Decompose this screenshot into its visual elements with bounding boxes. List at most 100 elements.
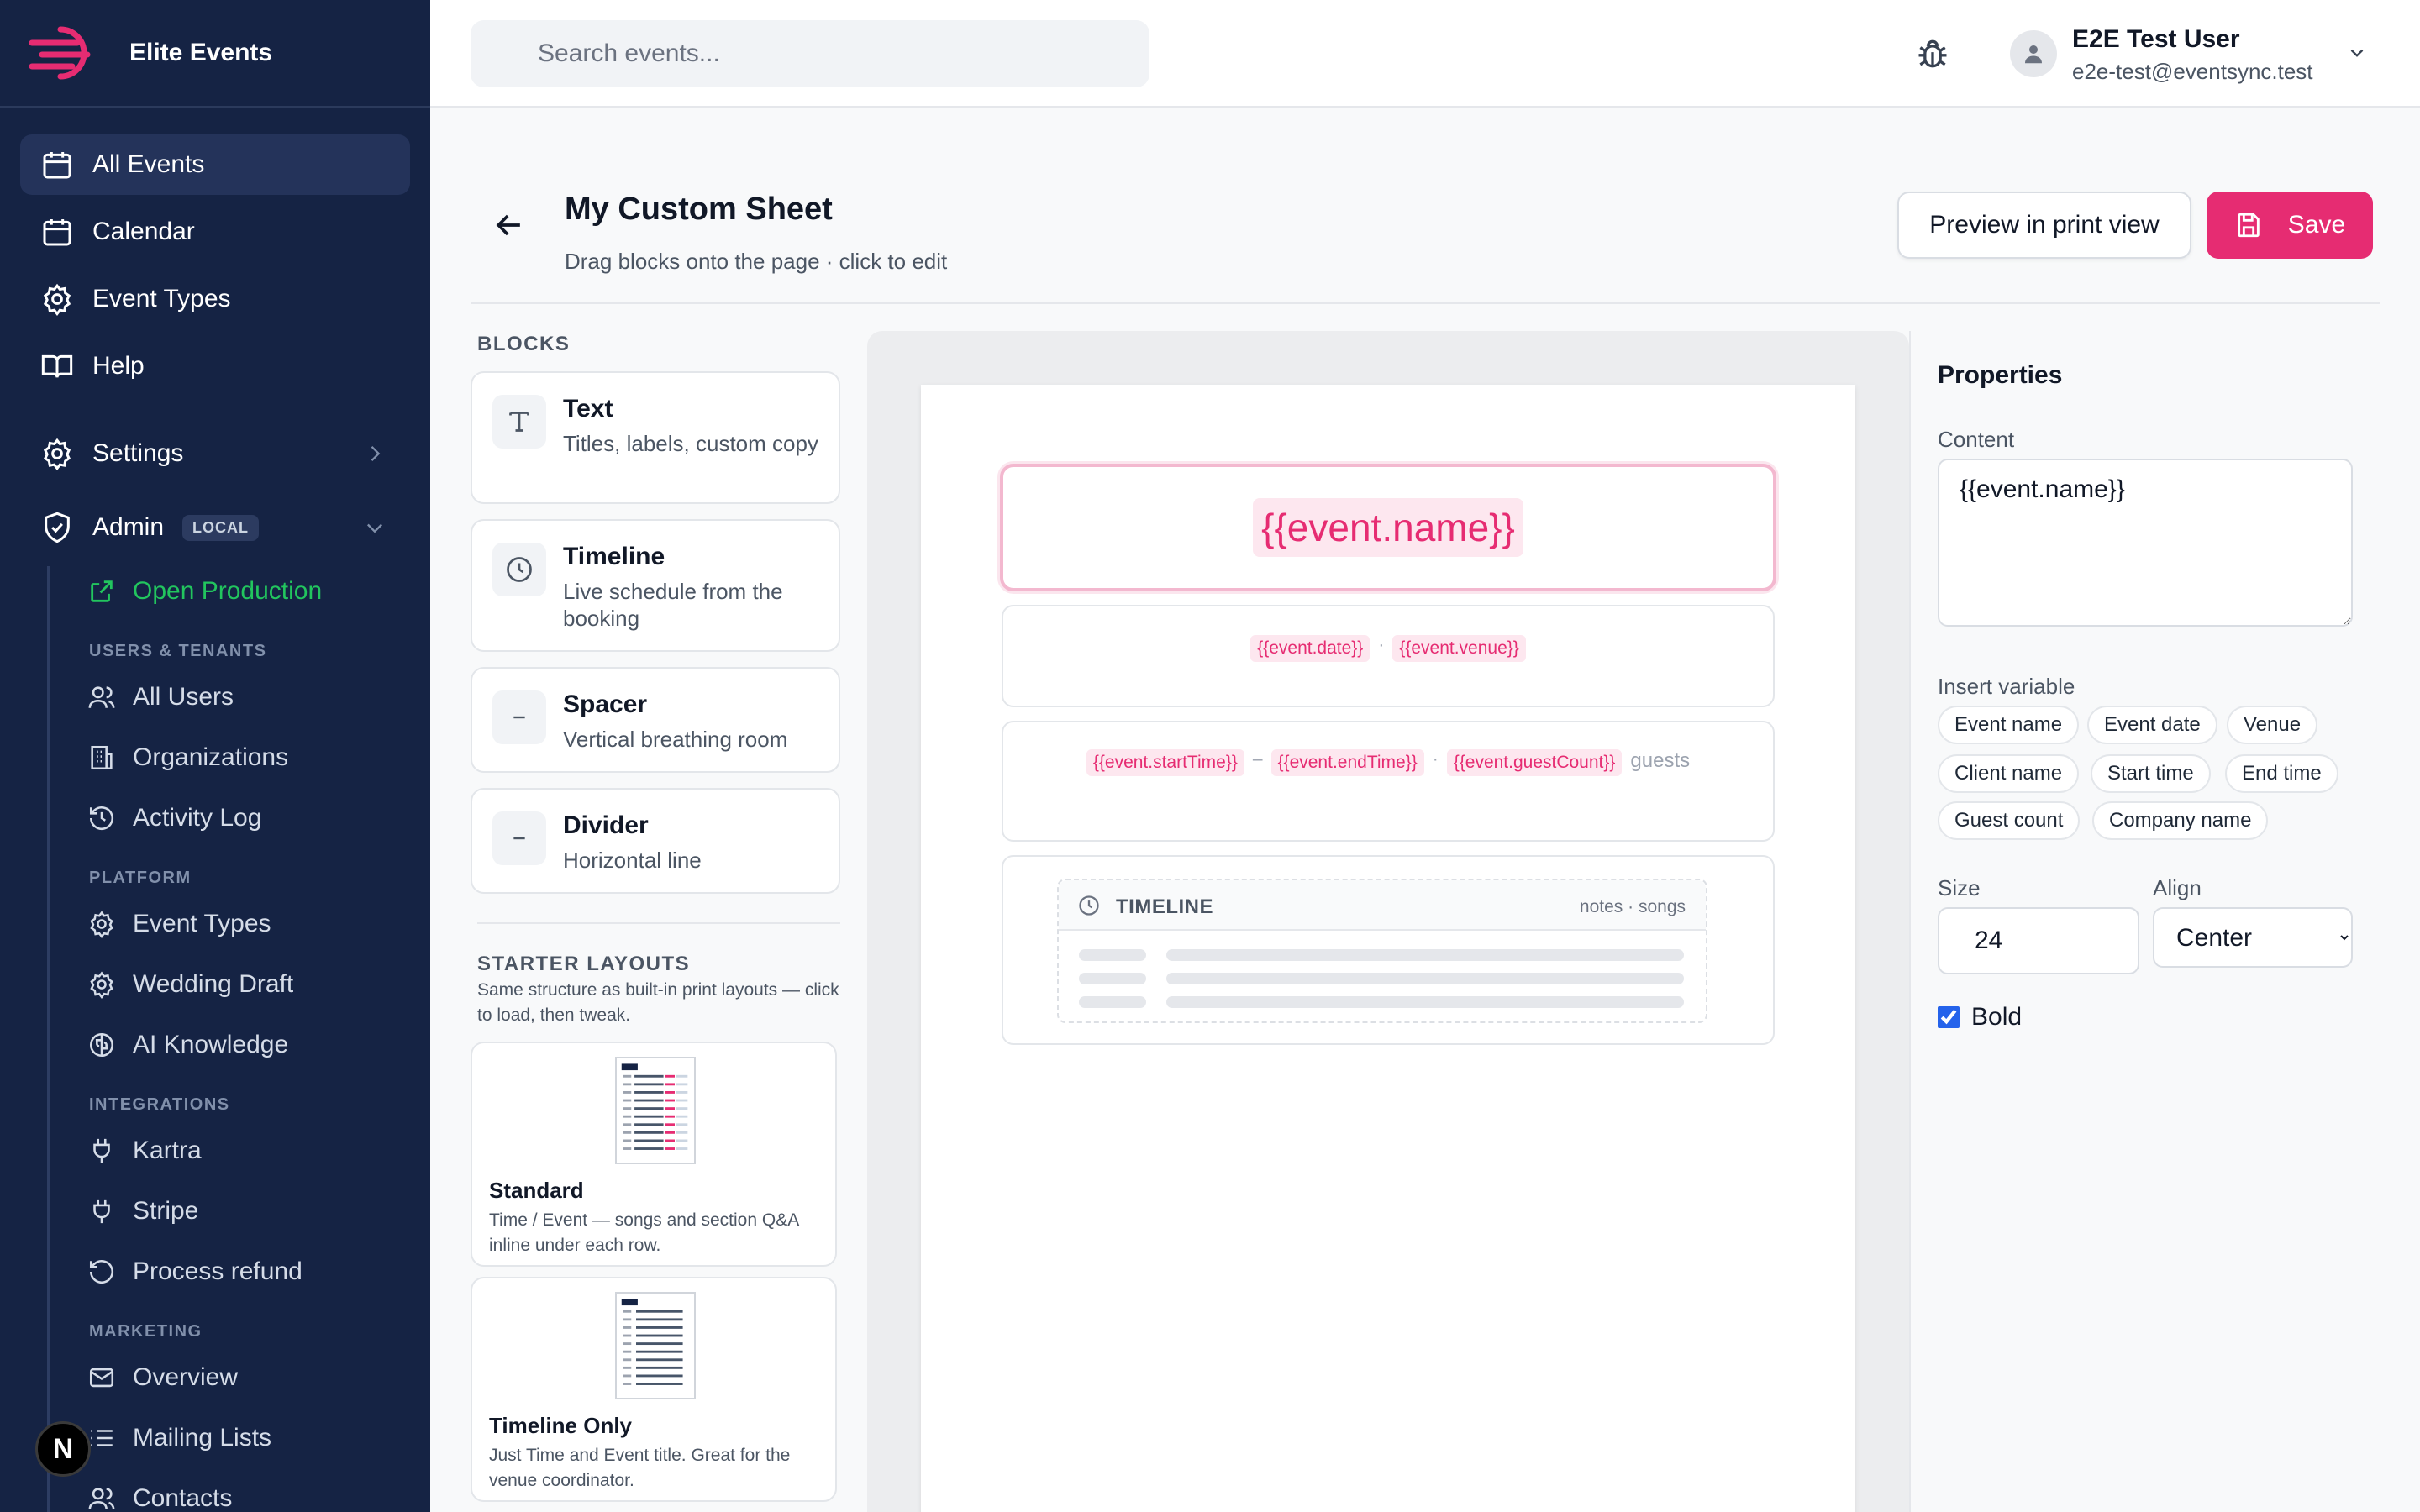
insert-guest-count-chip[interactable]: Guest count [1938,801,2081,840]
nav-calendar[interactable]: Calendar [20,202,410,262]
page-title: My Custom Sheet [565,192,833,227]
back-arrow-icon[interactable] [491,207,528,244]
block-divider[interactable]: Divider Horizontal line [471,788,840,894]
insert-company-name-chip[interactable]: Company name [2092,801,2269,840]
sidebar-item-activity-log[interactable]: Activity Log [87,795,261,842]
layout-desc: Just Time and Event title. Great for the… [489,1446,791,1490]
placeholder-bar [1079,949,1146,961]
sidebar-item-kartra[interactable]: Kartra [87,1127,202,1174]
insert-end-time-chip[interactable]: End time [2225,754,2338,793]
sidebar-item-label: AI Knowledge [133,1031,289,1058]
sidebar-item-overview[interactable]: Overview [87,1354,238,1401]
nav-event-types[interactable]: Event Types [20,269,410,329]
layout-standard[interactable]: Standard Time / Event — songs and sectio… [471,1042,837,1267]
open-production-link[interactable]: Open Production [87,568,322,615]
layout-thumbnail [615,1057,696,1164]
layout-title: Timeline Only [489,1413,633,1438]
nav-settings[interactable]: Settings [20,423,410,484]
clock-icon [492,543,546,596]
sidebar-item-label: Process refund [133,1257,302,1285]
canvas-block-time-guests[interactable]: {{event.startTime}} – {{event.endTime}} … [1002,721,1775,842]
sidebar-item-mailing-lists[interactable]: Mailing Lists [87,1415,271,1462]
refund-icon [89,1260,114,1284]
gear-icon [90,971,113,999]
canvas-block-event-name[interactable]: {{event.name}} [1000,464,1776,591]
text-icon [492,395,546,449]
bold-checkbox[interactable] [1938,1006,1960,1028]
sidebar-item-organizations[interactable]: Organizations [87,734,288,781]
canvas-block-timeline[interactable]: TIMELINE notes · songs [1002,855,1775,1045]
separator: · [1432,749,1439,769]
header-divider [471,302,2380,304]
plug-icon [93,1138,110,1163]
plug-icon [93,1199,110,1224]
nav-label: All Events [92,150,205,178]
nav-label: Admin [92,513,165,541]
avatar[interactable] [2010,30,2057,77]
chevron-down-icon[interactable] [2346,42,2368,64]
topbar: E2E Test User e2e-test@eventsync.test [430,0,2420,108]
insert-start-time-chip[interactable]: Start time [2091,754,2211,793]
open-production-label: Open Production [133,577,323,605]
sidebar-item-label: Wedding Draft [133,970,294,998]
block-title: Timeline [563,543,666,570]
block-text[interactable]: Text Titles, labels, custom copy [471,371,840,504]
align-select[interactable]: Center [2153,907,2353,968]
minus-icon [492,690,546,744]
search-input[interactable] [471,20,1150,87]
guests-label: guests [1630,749,1691,772]
user-name[interactable]: E2E Test User [2072,25,2240,54]
timeline-label: TIMELINE [1116,895,1213,918]
nav-help[interactable]: Help [20,336,410,396]
layouts-divider [477,922,840,924]
block-spacer[interactable]: Spacer Vertical breathing room [471,667,840,773]
insert-event-date-chip[interactable]: Event date [2087,706,2217,744]
nav-admin[interactable]: Admin LOCAL [20,497,410,558]
sidebar-item-label: Stripe [133,1197,199,1225]
users-icon [88,686,115,708]
content-label: Content [1938,427,2015,452]
sidebar-item-label: Event Types [133,910,271,937]
sidebar-item-ai-knowledge[interactable]: AI Knowledge [87,1021,288,1068]
placeholder-bar [1079,973,1146,984]
sidebar-item-platform-event-types[interactable]: Event Types [87,900,271,948]
insert-event-name-chip[interactable]: Event name [1938,706,2080,744]
section-heading: INTEGRATIONS [89,1095,230,1114]
chevron-right-icon [371,446,381,461]
separator: – [1252,749,1263,769]
insert-venue-chip[interactable]: Venue [2227,706,2318,744]
save-button[interactable]: Save [2207,192,2373,259]
block-timeline[interactable]: Timeline Live schedule from the booking [471,519,840,652]
save-icon [2238,213,2260,238]
placeholder-bar [1166,949,1684,961]
canvas-block-date-venue[interactable]: {{event.date}} · {{event.venue}} [1002,605,1775,707]
next-dev-badge[interactable]: N [35,1421,91,1477]
content-textarea[interactable]: {{event.name}} [1938,459,2353,627]
sidebar-item-contacts[interactable]: Contacts [87,1475,232,1512]
sidebar-item-wedding-draft[interactable]: Wedding Draft [87,961,293,1008]
section-heading: MARKETING [89,1322,203,1341]
timeline-meta: notes · songs [1579,897,1686,916]
sidebar-item-process-refund[interactable]: Process refund [87,1248,302,1295]
bug-icon[interactable] [1914,35,1951,72]
sidebar-item-label: Overview [133,1363,239,1391]
size-input[interactable] [1938,907,2139,974]
block-title: Divider [563,811,649,839]
nav-label: Event Types [92,285,231,312]
app-name: Elite Events [129,39,273,66]
preview-in-print-view-button[interactable]: Preview in print view [1897,192,2191,259]
insert-client-name-chip[interactable]: Client name [1938,754,2080,793]
variable-chip: {{event.endTime}} [1270,749,1424,776]
sidebar-item-stripe[interactable]: Stripe [87,1188,198,1235]
brand[interactable]: Elite Events [0,0,430,108]
variable-chip: {{event.startTime}} [1086,749,1244,776]
book-icon [41,354,73,378]
sidebar-item-all-users[interactable]: All Users [87,674,234,721]
placeholder-bar [1166,996,1684,1008]
sidebar-item-label: Kartra [133,1137,202,1164]
nav-label: Settings [92,439,184,467]
layout-timeline-only[interactable]: Timeline Only Just Time and Event title.… [471,1277,837,1502]
nav-all-events[interactable]: All Events [20,134,410,195]
starter-layouts-desc: Same structure as built-in print layouts… [477,980,839,1025]
save-label: Save [2287,211,2346,239]
